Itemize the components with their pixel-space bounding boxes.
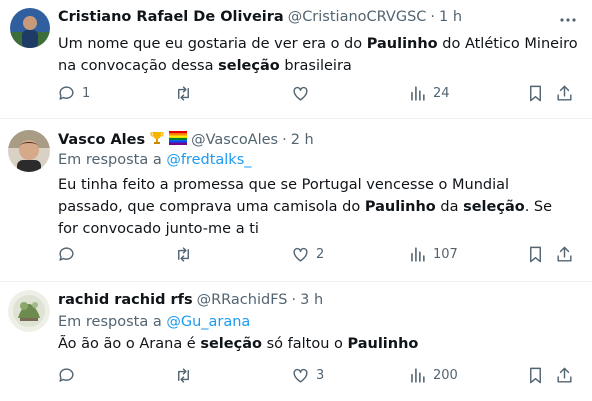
separator-dot: · — [430, 9, 436, 25]
reply-icon — [59, 247, 74, 261]
retweet-button[interactable] — [174, 84, 199, 103]
text-segment: Ão ão ão o Arana é — [58, 336, 201, 352]
more-options-icon[interactable] — [558, 10, 578, 30]
reply-count: 1 — [82, 86, 91, 101]
bookmark-icon — [530, 367, 541, 384]
highlighted-term: seleção — [218, 58, 280, 74]
heart-icon — [293, 86, 308, 101]
reply-context: Em resposta a @Gu_arana — [58, 314, 250, 330]
heart-icon — [293, 247, 308, 262]
bookmark-icon — [530, 85, 541, 102]
bookmark-icon — [530, 246, 541, 263]
tweet-2[interactable]: Vasco Ales @VascoAles · 2 h Em resposta … — [0, 119, 592, 280]
author-name[interactable]: Vasco Ales — [58, 132, 145, 148]
tweet-1[interactable]: Cristiano Rafael De Oliveira @CristianoC… — [0, 0, 592, 118]
tweet-text: Ão ão ão o Arana é seleção só faltou o P… — [58, 333, 578, 355]
retweet-icon — [178, 86, 189, 101]
timestamp[interactable]: 3 h — [300, 292, 323, 308]
views-count: 200 — [433, 368, 458, 383]
reply-context: Em resposta a @fredtalks_ — [58, 152, 252, 168]
highlighted-term: Paulinho — [366, 36, 438, 52]
reply-button[interactable]: 1 — [57, 84, 90, 103]
tweet-3[interactable]: rachid rachid rfs @RRachidFS · 3 h Em re… — [0, 282, 592, 401]
share-icon — [557, 85, 572, 101]
share-icon — [557, 246, 572, 262]
highlighted-term: seleção — [200, 336, 262, 352]
reply-button[interactable] — [57, 245, 82, 264]
text-segment: só faltou o — [261, 336, 348, 352]
views-icon — [411, 368, 425, 383]
retweet-icon — [178, 368, 189, 383]
views-count: 107 — [433, 247, 458, 262]
author-name[interactable]: rachid rachid rfs — [58, 292, 193, 308]
rainbow-flag-icon — [169, 131, 188, 149]
text-segment: brasileira — [279, 58, 352, 74]
bookmark-button[interactable] — [526, 366, 545, 385]
reply-icon — [59, 86, 74, 100]
share-button[interactable] — [555, 84, 574, 103]
views-button[interactable]: 24 — [408, 84, 450, 103]
bookmark-button[interactable] — [526, 245, 545, 264]
timestamp[interactable]: 2 h — [291, 132, 314, 148]
bookmark-button[interactable] — [526, 84, 545, 103]
avatar[interactable] — [10, 8, 50, 48]
tweet-text: Eu tinha feito a promessa que se Portuga… — [58, 174, 558, 240]
highlighted-term: seleção — [463, 199, 525, 215]
author-name[interactable]: Cristiano Rafael De Oliveira — [58, 9, 284, 25]
reply-icon — [59, 368, 74, 382]
views-count: 24 — [433, 86, 450, 101]
like-count: 3 — [316, 368, 325, 383]
separator-dot: · — [282, 132, 287, 148]
like-button[interactable]: 2 — [291, 245, 324, 264]
views-icon — [411, 86, 425, 101]
author-handle[interactable]: @RRachidFS — [197, 292, 288, 308]
reply-mention-link[interactable]: @Gu_arana — [166, 314, 250, 330]
trophy-icon — [149, 130, 165, 150]
text-segment: da — [435, 199, 464, 215]
heart-icon — [293, 368, 308, 383]
share-button[interactable] — [555, 366, 574, 385]
reply-button[interactable] — [57, 366, 82, 385]
retweet-button[interactable] — [174, 245, 199, 264]
text-segment: Um nome que eu gostaria de ver era o do — [58, 36, 367, 52]
author-handle[interactable]: @CristianoCRVGSC — [288, 9, 427, 25]
highlighted-term: Paulinho — [364, 199, 436, 215]
views-icon — [411, 247, 425, 262]
timestamp[interactable]: 1 h — [439, 9, 462, 25]
views-button[interactable]: 107 — [408, 245, 458, 264]
separator-dot: · — [291, 292, 297, 308]
share-icon — [557, 367, 572, 383]
retweet-icon — [178, 247, 189, 262]
views-button[interactable]: 200 — [408, 366, 458, 385]
like-count: 2 — [316, 247, 325, 262]
reply-prefix: Em resposta a — [58, 152, 167, 168]
tweet-text: Um nome que eu gostaria de ver era o do … — [58, 33, 578, 77]
reply-mention-link[interactable]: @fredtalks_ — [166, 152, 251, 168]
like-button[interactable] — [291, 84, 316, 103]
highlighted-term: Paulinho — [347, 336, 419, 352]
avatar[interactable] — [8, 290, 50, 332]
like-button[interactable]: 3 — [291, 366, 324, 385]
avatar[interactable] — [8, 130, 50, 172]
reply-prefix: Em resposta a — [58, 314, 167, 330]
author-handle[interactable]: @VascoAles — [191, 132, 278, 148]
retweet-button[interactable] — [174, 366, 199, 385]
share-button[interactable] — [555, 245, 574, 264]
